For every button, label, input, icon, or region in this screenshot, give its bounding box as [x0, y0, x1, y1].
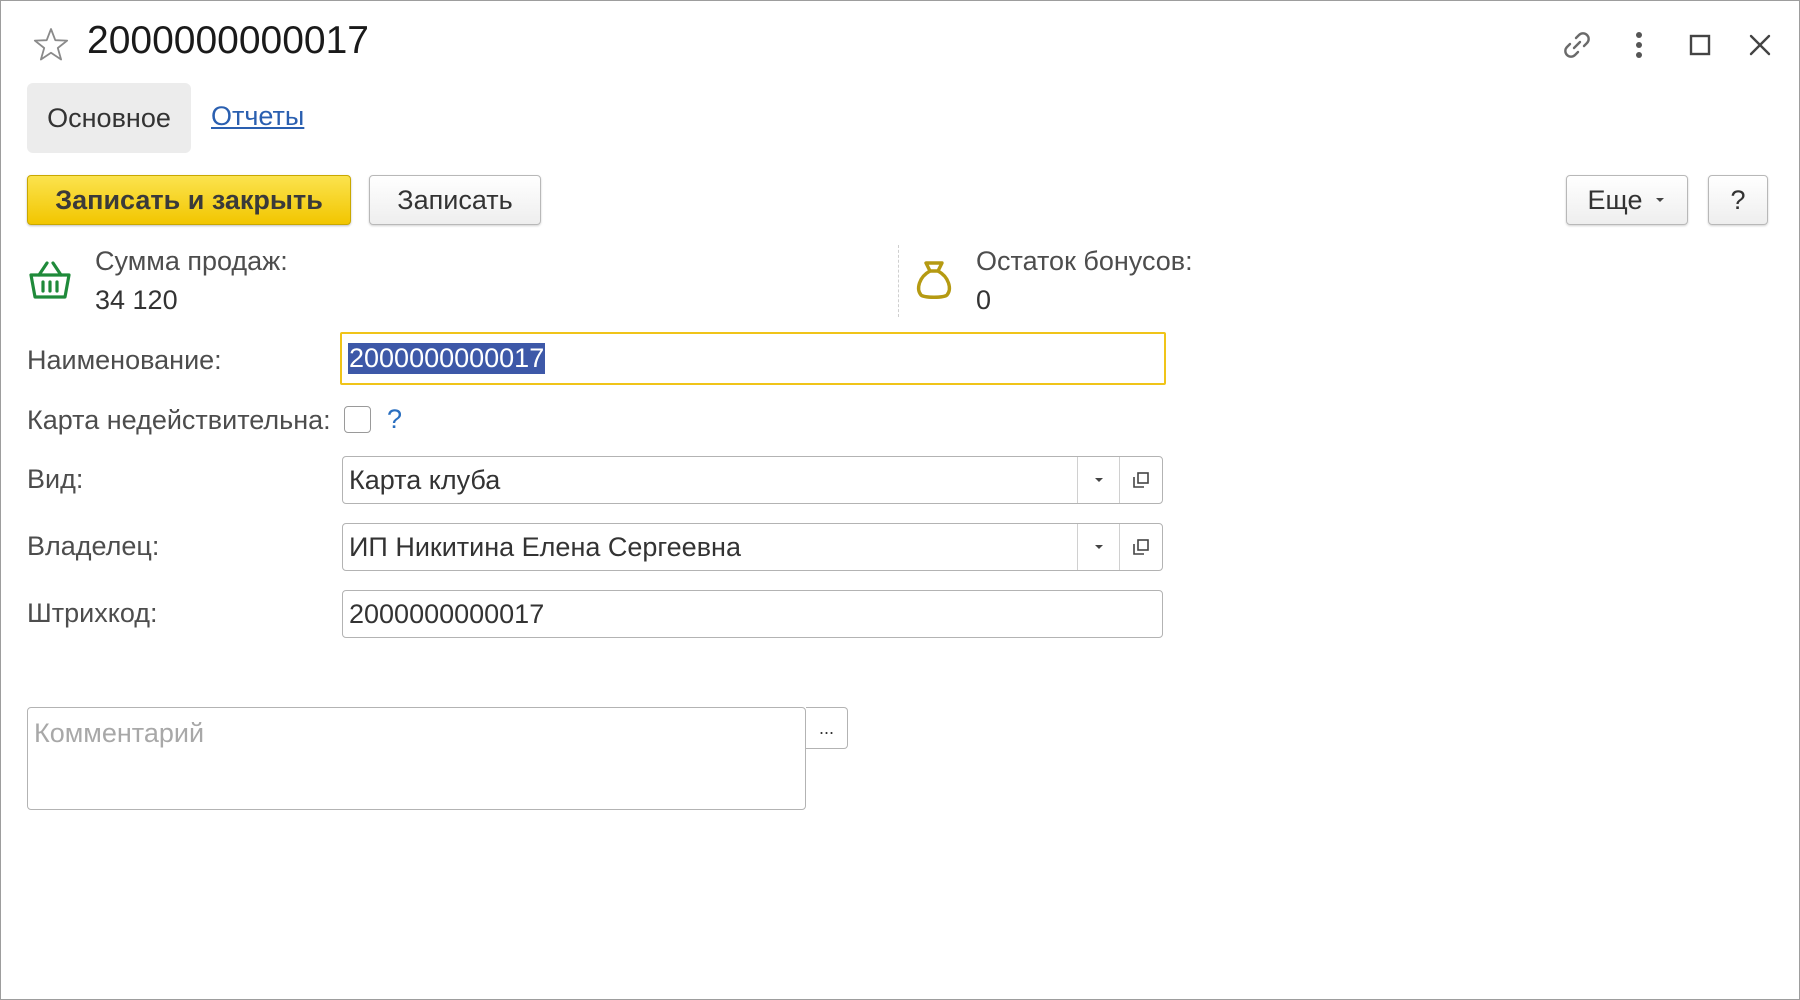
window-title: 2000000000017 — [87, 19, 369, 62]
bonus-balance-label: Остаток бонусов: — [976, 246, 1193, 276]
owner-label: Владелец: — [27, 531, 160, 561]
chevron-down-icon — [1095, 478, 1103, 482]
open-form-icon — [1133, 472, 1149, 488]
maximize-icon[interactable] — [1678, 23, 1722, 67]
basket-icon — [27, 257, 73, 303]
close-icon[interactable] — [1738, 23, 1782, 67]
name-label: Наименование: — [27, 345, 222, 375]
kebab-menu-icon[interactable] — [1617, 23, 1661, 67]
kind-label: Вид: — [27, 464, 84, 494]
more-button[interactable]: Еще — [1566, 175, 1688, 225]
owner-dropdown-button[interactable] — [1077, 524, 1120, 570]
help-button[interactable]: ? — [1708, 175, 1768, 225]
open-form-icon — [1133, 539, 1149, 555]
link-icon[interactable] — [1555, 23, 1599, 67]
tab-main[interactable]: Основное — [27, 83, 191, 153]
card-invalid-checkbox[interactable] — [344, 406, 371, 433]
owner-select[interactable]: ИП Никитина Елена Сергеевна — [342, 523, 1163, 571]
barcode-input[interactable]: 2000000000017 — [342, 590, 1163, 638]
sales-sum-value: 34 120 — [95, 285, 178, 315]
card-invalid-label: Карта недействительна: — [27, 405, 331, 435]
name-input-value: 2000000000017 — [348, 343, 546, 374]
kind-dropdown-button[interactable] — [1077, 457, 1120, 503]
card-invalid-help-link[interactable]: ? — [387, 404, 402, 435]
kind-open-button[interactable] — [1119, 457, 1162, 503]
chevron-down-icon — [1095, 545, 1103, 549]
money-bag-icon — [911, 257, 957, 303]
summary-divider — [898, 245, 899, 317]
barcode-input-value: 2000000000017 — [349, 598, 545, 629]
name-input[interactable]: 2000000000017 — [340, 332, 1166, 385]
kind-select[interactable]: Карта клуба — [342, 456, 1163, 504]
save-button[interactable]: Записать — [369, 175, 541, 225]
comment-textarea[interactable] — [28, 708, 805, 809]
chevron-down-icon — [1656, 198, 1665, 202]
card-window: 2000000000017 Основное Отчеты Записать и… — [0, 0, 1800, 1000]
barcode-label: Штрихкод: — [27, 598, 158, 628]
comment-edit-button[interactable]: ... — [806, 707, 848, 749]
comment-field[interactable] — [27, 707, 806, 810]
owner-select-value: ИП Никитина Елена Сергеевна — [349, 531, 741, 562]
save-and-close-button[interactable]: Записать и закрыть — [27, 175, 351, 225]
tab-reports[interactable]: Отчеты — [211, 101, 304, 132]
bonus-balance-value: 0 — [976, 285, 992, 315]
sales-sum-label: Сумма продаж: — [95, 246, 288, 276]
owner-open-button[interactable] — [1119, 524, 1162, 570]
favorite-star-icon[interactable] — [31, 25, 71, 65]
more-button-label: Еще — [1587, 184, 1643, 215]
kind-select-value: Карта клуба — [349, 464, 501, 495]
